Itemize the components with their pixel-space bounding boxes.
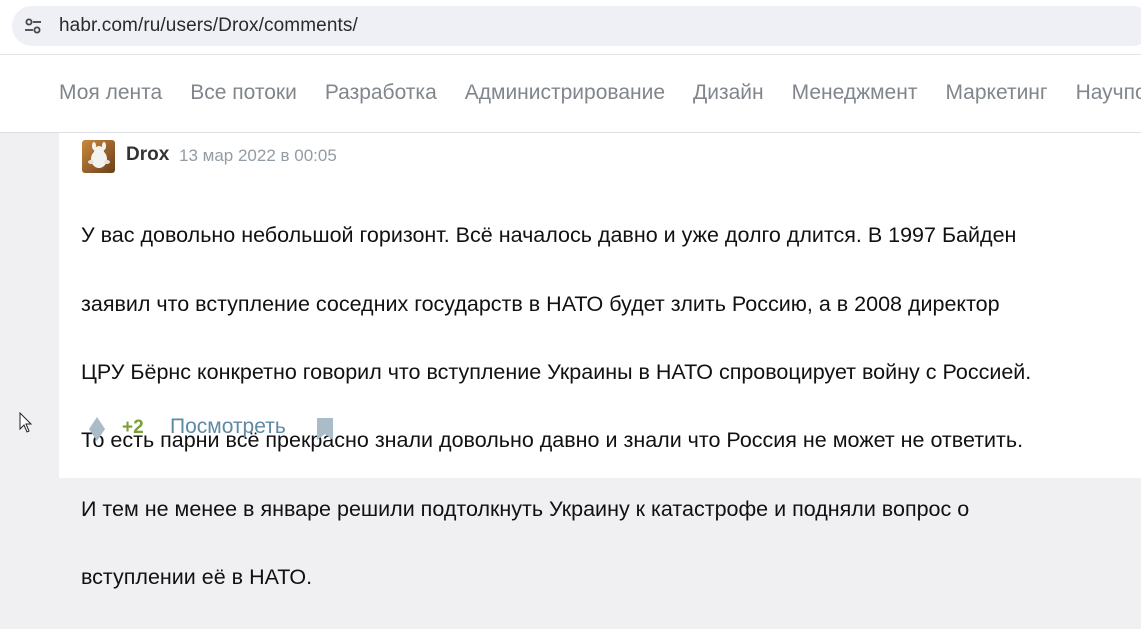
mouse-cursor-icon: [19, 412, 33, 433]
nav-item-design[interactable]: Дизайн: [693, 81, 764, 105]
vote-icon[interactable]: [86, 416, 108, 442]
comment-line: заявил что вступление соседних государст…: [81, 291, 1000, 316]
comment-author[interactable]: Drox: [126, 144, 169, 166]
browser-address-bar: habr.com/ru/users/Drox/comments/: [0, 0, 1141, 55]
omnibox[interactable]: habr.com/ru/users/Drox/comments/: [12, 6, 1141, 46]
nav-item-my-feed[interactable]: Моя лента: [59, 81, 162, 105]
nav-item-popsci[interactable]: Научпоп: [1076, 81, 1141, 105]
comment-line: вступлении её в НАТО.: [81, 565, 313, 590]
nav-item-all-streams[interactable]: Все потоки: [190, 81, 297, 105]
comment-line: И тем не менее в январе решили подтолкну…: [81, 496, 970, 521]
nav-item-administration[interactable]: Администрирование: [465, 81, 665, 105]
comment-body: У вас довольно небольшой горизонт. Всё н…: [81, 184, 1141, 629]
url-text[interactable]: habr.com/ru/users/Drox/comments/: [59, 15, 358, 37]
nav-item-development[interactable]: Разработка: [325, 81, 437, 105]
hub-navigation: Моя лента Все потоки Разработка Админист…: [0, 55, 1141, 133]
avatar[interactable]: [82, 140, 115, 173]
view-link[interactable]: Посмотреть: [170, 415, 286, 439]
nav-list: Моя лента Все потоки Разработка Админист…: [59, 81, 1141, 105]
comment-score: +2: [122, 417, 144, 438]
comment-line: ЦРУ Бёрнс конкретно говорил что вступлен…: [81, 360, 1032, 385]
comment-timestamp[interactable]: 13 мар 2022 в 00:05: [179, 146, 337, 166]
comment-line: У вас довольно небольшой горизонт. Всё н…: [81, 223, 1017, 248]
nav-item-marketing[interactable]: Маркетинг: [945, 81, 1047, 105]
comment-card: Drox 13 мар 2022 в 00:05 У вас довольно …: [59, 133, 1141, 589]
avatar-image: [82, 140, 115, 173]
tune-icon[interactable]: [24, 17, 42, 35]
bookmark-icon[interactable]: [316, 417, 334, 441]
nav-item-management[interactable]: Менеджмент: [792, 81, 918, 105]
